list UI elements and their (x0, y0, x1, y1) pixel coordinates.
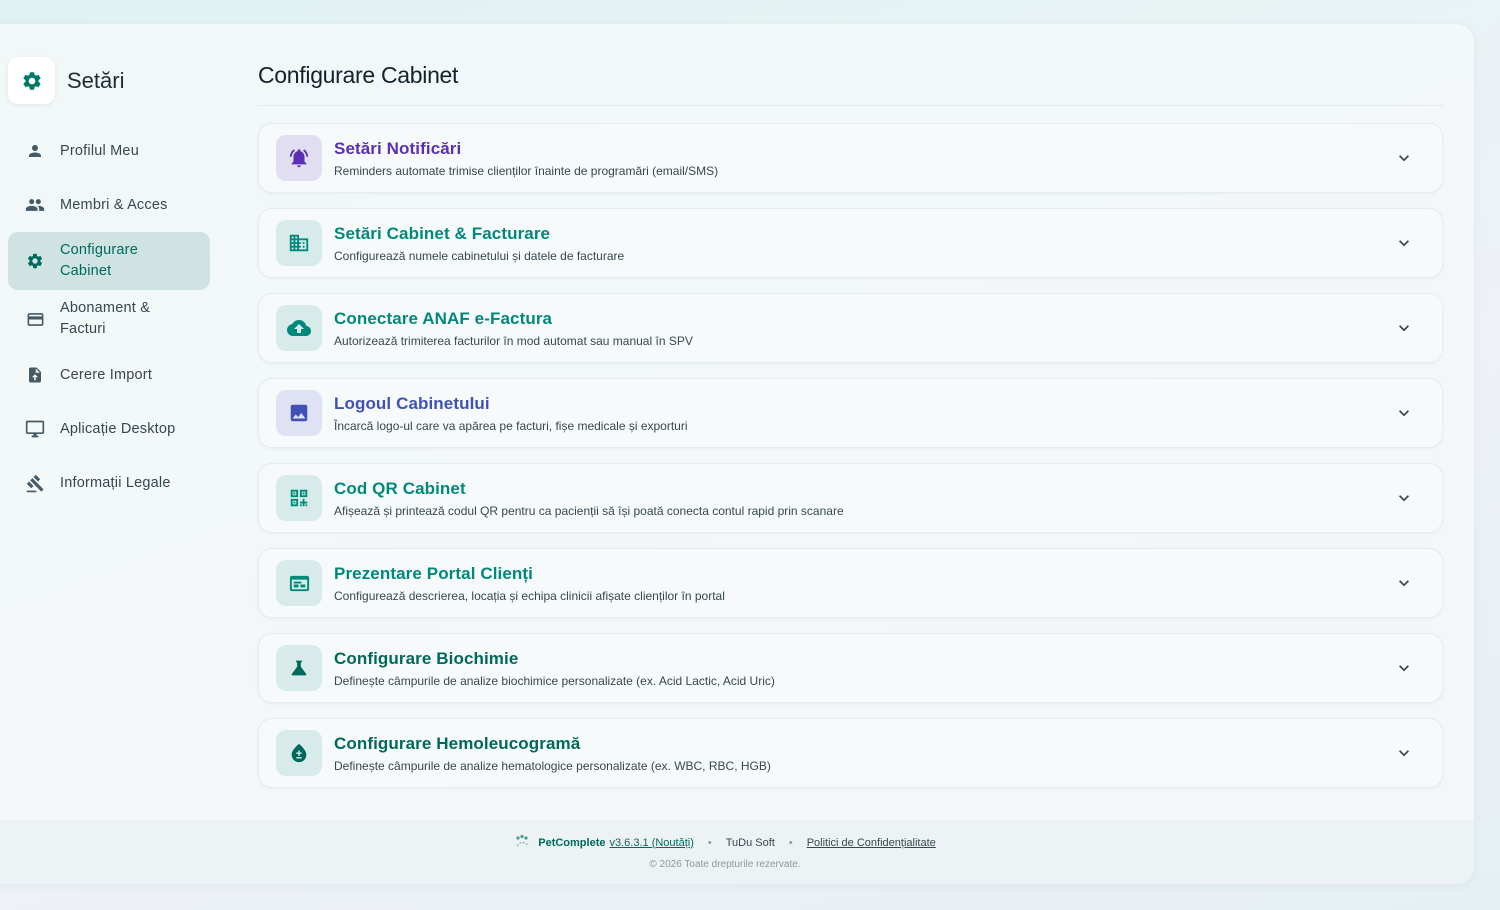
chevron-down-icon[interactable] (1392, 571, 1416, 595)
section-title: Logoul Cabinetului (334, 393, 490, 413)
flask-icon (276, 645, 322, 691)
section-title: Setări Notificări (334, 138, 462, 158)
sidebar-item-label: Aplicație Desktop (60, 420, 176, 437)
paw-logo-icon (514, 834, 532, 851)
footer-company: TuDu Soft (725, 836, 775, 849)
section-qr-code[interactable]: Cod QR Cabinet Afișează și printează cod… (258, 463, 1443, 533)
sidebar: Setări Profilul Meu Membri & Acces Confi… (0, 24, 220, 820)
section-description: Afișează și printează codul QR pentru ca… (334, 503, 844, 518)
settings-panel: Setări Profilul Meu Membri & Acces Confi… (0, 24, 1474, 884)
section-hemogram[interactable]: Configurare Hemoleucogramă Definește câm… (258, 718, 1443, 788)
footer-brand: PetComplete (538, 836, 606, 849)
section-description: Autorizează trimiterea facturilor în mod… (334, 333, 693, 348)
section-description: Configurează descrierea, locația și echi… (334, 588, 725, 603)
section-notifications[interactable]: Setări Notificări Reminders automate tri… (258, 123, 1443, 193)
image-icon (276, 390, 322, 436)
sidebar-item-label: Configurare Cabinet (60, 242, 138, 279)
section-client-portal[interactable]: Prezentare Portal Clienți Configurează d… (258, 548, 1443, 618)
sidebar-item-profile[interactable]: Profilul Meu (8, 124, 210, 178)
sidebar-item-subscription[interactable]: Abonament & Facturi (8, 290, 210, 348)
cloud-upload-icon (276, 305, 322, 351)
section-title: Prezentare Portal Clienți (334, 563, 534, 583)
section-description: Încarcă logo-ul care va apărea pe factur… (334, 418, 688, 433)
sidebar-item-label: Informații Legale (60, 474, 171, 491)
sidebar-item-clinic-config[interactable]: Configurare Cabinet (8, 232, 210, 290)
section-clinic-logo[interactable]: Logoul Cabinetului Încarcă logo-ul care … (258, 378, 1443, 448)
section-title: Setări Cabinet & Facturare (334, 223, 551, 243)
person-icon (24, 140, 46, 162)
chevron-down-icon[interactable] (1392, 401, 1416, 425)
section-title: Configurare Hemoleucogramă (334, 733, 581, 753)
chevron-down-icon[interactable] (1392, 316, 1416, 340)
section-description: Reminders automate trimise clienților în… (334, 163, 719, 178)
divider (258, 105, 1443, 106)
credit-card-icon (24, 308, 46, 330)
file-upload-icon (24, 364, 46, 386)
section-description: Definește câmpurile de analize biochimic… (334, 673, 775, 688)
monitor-icon (24, 418, 46, 440)
footer-separator: • (707, 836, 712, 849)
sidebar-item-members[interactable]: Membri & Acces (8, 178, 210, 232)
section-description: Configurează numele cabinetului și datel… (334, 248, 625, 263)
settings-gear-icon (24, 250, 46, 272)
footer-separator: • (788, 836, 793, 849)
group-icon (24, 194, 46, 216)
notification-bell-icon (276, 135, 322, 181)
qr-code-icon (276, 475, 322, 521)
sidebar-item-label: Membri & Acces (60, 196, 168, 213)
privacy-policy-link[interactable]: Politici de Confidențialitate (807, 837, 936, 849)
sidebar-item-import[interactable]: Cerere Import (8, 348, 210, 402)
chevron-down-icon[interactable] (1392, 656, 1416, 680)
section-description: Definește câmpurile de analize hematolog… (334, 758, 771, 773)
settings-gear-icon (8, 57, 55, 104)
sidebar-item-legal[interactable]: Informații Legale (8, 456, 210, 510)
section-anaf-efactura[interactable]: Conectare ANAF e-Factura Autorizează tri… (258, 293, 1443, 363)
building-icon (276, 220, 322, 266)
gavel-icon (24, 472, 46, 494)
copyright: © 2026 Toate drepturile rezervate. (649, 859, 801, 870)
version-link[interactable]: v3.6.3.1 (Noutăți) (610, 837, 694, 849)
chevron-down-icon[interactable] (1392, 146, 1416, 170)
chevron-down-icon[interactable] (1392, 231, 1416, 255)
section-biochemistry[interactable]: Configurare Biochimie Definește câmpuril… (258, 633, 1443, 703)
sidebar-item-label: Cerere Import (60, 366, 153, 383)
chevron-down-icon[interactable] (1392, 741, 1416, 765)
chevron-down-icon[interactable] (1392, 486, 1416, 510)
sidebar-item-label: Profilul Meu (60, 142, 139, 159)
section-title: Configurare Biochimie (334, 648, 519, 668)
sidebar-item-label: Abonament & Facturi (60, 300, 151, 337)
sidebar-header: Setări (8, 57, 124, 104)
footer: PetComplete v3.6.3.1 (Noutăți) • TuDu So… (0, 820, 1474, 884)
section-clinic-billing[interactable]: Setări Cabinet & Facturare Configurează … (258, 208, 1443, 278)
blood-drop-icon (276, 730, 322, 776)
section-title: Cod QR Cabinet (334, 478, 466, 498)
section-title: Conectare ANAF e-Factura (334, 308, 553, 328)
sidebar-nav: Profilul Meu Membri & Acces Configurare … (8, 124, 210, 510)
web-portal-icon (276, 560, 322, 606)
page-title: Configurare Cabinet (258, 62, 459, 88)
sidebar-title: Setări (67, 67, 125, 93)
sidebar-item-desktop-app[interactable]: Aplicație Desktop (8, 402, 210, 456)
